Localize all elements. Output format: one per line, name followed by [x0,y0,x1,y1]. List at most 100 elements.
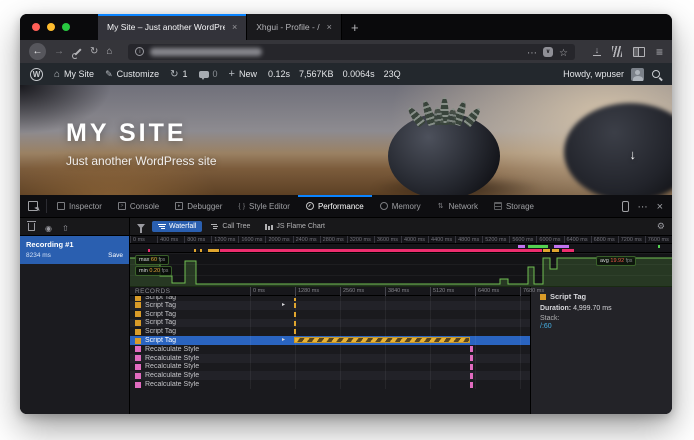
record-row[interactable]: Script Tag [130,327,530,336]
browser-window: My Site – Just another WordPress s Xhgui… [20,14,672,414]
record-label: Script Tag [145,302,176,309]
record-row[interactable]: Recalculate Style [130,371,530,380]
browser-tab-xhgui[interactable]: Xhgui - Profile - / [247,14,342,40]
bookmark-star-icon[interactable] [559,43,568,61]
overview-long-task-marker [220,249,542,252]
hamburger-menu-button[interactable] [656,43,663,61]
site-info-icon[interactable] [135,47,144,56]
admin-updates[interactable]: 1 [170,69,187,80]
responsive-mode-icon[interactable] [622,201,629,212]
close-window-button[interactable] [32,23,40,31]
query-time: 0.0064s [343,69,375,79]
detail-duration: 4,999.70 ms [573,305,612,312]
records-time-label: 2560 ms [340,287,364,296]
devtools-tabs: InspectorConsoleDebuggerStyle EditorPerf… [49,195,542,217]
ruler-tick: 4000 ms [401,236,428,243]
marker-detail-panel: Script Tag Duration: 4,999.70 ms Stack: … [530,287,672,414]
record-row[interactable]: Script Tag ▸ [130,301,530,310]
close-icon[interactable] [327,22,332,32]
site-tagline: Just another WordPress site [66,154,217,168]
wrench-icon[interactable] [72,47,82,57]
pocket-icon[interactable] [543,47,553,57]
recording-item[interactable]: Recording #1 8234 ms Save [20,236,129,264]
recordings-sidebar: Recording #1 8234 ms Save [20,218,130,414]
home-button[interactable] [106,47,112,57]
window-controls [32,14,70,40]
record-row[interactable]: Script Tag▸ [130,336,530,345]
url-bar[interactable] [128,44,575,60]
ruler-tick: 3600 ms [374,236,401,243]
forward-button[interactable] [54,46,64,57]
script-tag-icon [135,320,141,326]
framerate-graph[interactable]: max 60 fps min 0.20 fps avg 19.92 fps [130,253,672,287]
ruler-tick: 800 ms [184,236,211,243]
site-title[interactable]: MY SITE [66,119,217,148]
page-actions-icon[interactable] [527,43,537,61]
record-row[interactable]: Recalculate Style [130,380,530,389]
recalculate-style-icon [135,346,141,352]
record-row[interactable]: Recalculate Style [130,345,530,354]
ruler-tick: 7200 ms [618,236,645,243]
admin-customize[interactable]: Customize [105,69,159,80]
expander-icon[interactable]: ▸ [282,301,285,310]
element-picker-icon[interactable] [28,201,38,211]
filter-icon[interactable] [137,224,145,229]
timeline-ruler[interactable]: 0 ms400 ms800 ms1200 ms1600 ms2000 ms240… [130,236,672,244]
back-button[interactable] [29,43,46,60]
recalculate-style-icon [135,355,141,361]
devtools-tab-network[interactable]: Network [429,195,486,217]
fps-line [130,253,672,287]
import-recording-icon[interactable] [62,218,69,236]
tab-title: My Site – Just another WordPress s [107,22,225,32]
library-button[interactable] [612,46,622,57]
admin-comments[interactable]: 0 [199,69,218,79]
detail-stack-link[interactable]: /:60 [540,323,663,330]
devtools-tab-console[interactable]: Console [110,195,167,217]
clear-recordings-icon[interactable] [28,223,35,231]
query-count: 23Q [384,69,401,79]
devtools-tab-inspector[interactable]: Inspector [49,195,110,217]
admin-new[interactable]: New [229,68,257,80]
navigation-bar [20,40,672,63]
style-editor-icon [238,202,245,210]
gear-icon[interactable] [657,221,665,232]
avatar[interactable] [631,68,644,81]
view-button-call-tree[interactable]: Call Tree [205,221,256,232]
record-row[interactable]: Script Tag [130,319,530,328]
devtools-tab-storage[interactable]: Storage [486,195,542,217]
record-row[interactable]: Recalculate Style [130,363,530,372]
new-tab-button[interactable] [342,14,368,40]
ruler-tick: 6800 ms [591,236,618,243]
view-button-js-flame-chart[interactable]: JS Flame Chart [259,221,331,232]
browser-tab-my-site[interactable]: My Site – Just another WordPress s [98,14,247,40]
devtools-close-icon[interactable] [657,197,663,215]
devtools-tab-performance[interactable]: Performance [298,195,372,217]
wordpress-logo-icon[interactable] [30,68,43,81]
recording-title: Recording #1 [26,240,123,249]
ruler-tick: 3200 ms [347,236,374,243]
reload-button[interactable] [90,47,98,57]
close-icon[interactable] [232,22,237,32]
recalculate-style-icon [135,382,141,388]
record-row[interactable]: Script Tag [130,310,530,319]
downloads-button[interactable] [593,47,601,56]
record-row[interactable]: Recalculate Style [130,354,530,363]
minimize-window-button[interactable] [47,23,55,31]
howdy-user[interactable]: Howdy, wpuser [563,69,624,79]
admin-my-site[interactable]: My Site [54,69,94,80]
expander-icon[interactable]: ▸ [282,336,285,345]
records-time-label: 7680 ms [520,287,544,296]
view-button-waterfall[interactable]: Waterfall [152,221,202,232]
scroll-down-arrow-icon[interactable] [630,147,637,162]
save-recording-link[interactable]: Save [108,252,123,259]
start-recording-icon[interactable] [45,218,52,236]
devtools-tab-debugger[interactable]: Debugger [167,195,230,217]
devtools-menu-icon[interactable] [638,197,648,215]
sidebar-button[interactable] [633,47,645,57]
ruler-tick: 400 ms [157,236,184,243]
search-icon[interactable] [651,69,662,80]
timeline-overview[interactable] [130,244,672,253]
devtools-tab-memory[interactable]: Memory [372,195,429,217]
zoom-window-button[interactable] [62,23,70,31]
devtools-tab-style-editor[interactable]: Style Editor [230,195,298,217]
